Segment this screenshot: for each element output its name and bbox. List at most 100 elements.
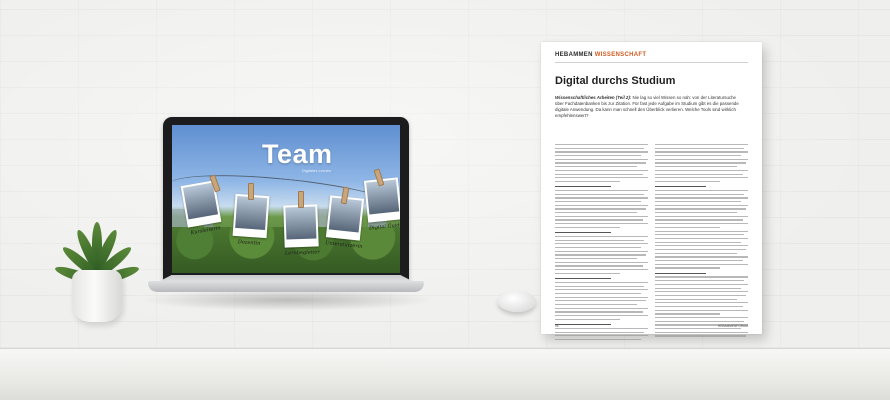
- magazine-page: HEBAMMEN WISSENSCHAFT Digital durchs Stu…: [541, 42, 762, 341]
- text-line: [555, 272, 621, 274]
- text-line: [655, 177, 748, 179]
- magazine-footer: 96 HEBAMMENFORUM: [555, 324, 748, 328]
- text-line: [655, 305, 744, 308]
- text-line: [555, 151, 648, 153]
- text-line: [655, 298, 737, 300]
- text-line: [555, 166, 637, 168]
- text-line: [655, 166, 737, 168]
- subheading-line: [655, 186, 707, 188]
- text-line: [555, 169, 648, 171]
- laptop-shadow: [140, 289, 436, 311]
- article-body: [555, 144, 748, 341]
- shelf: [0, 348, 890, 400]
- text-line: [555, 258, 637, 260]
- subheading-line: [555, 232, 611, 234]
- text-line: [555, 235, 648, 238]
- text-line: [655, 144, 748, 146]
- section-label: HEBAMMEN: [555, 52, 593, 58]
- text-line: [555, 226, 621, 229]
- text-line: [655, 230, 748, 232]
- text-line: [555, 215, 648, 217]
- text-line: [555, 265, 644, 267]
- text-line: [555, 315, 648, 317]
- text-line: [555, 158, 648, 160]
- text-line: [555, 289, 648, 291]
- magazine-section-header: HEBAMMEN WISSENSCHAFT: [555, 52, 748, 58]
- text-line: [555, 281, 648, 284]
- text-line: [555, 219, 644, 221]
- text-line: [655, 294, 747, 297]
- page-number: 96: [555, 324, 559, 328]
- subheading-line: [555, 186, 611, 188]
- text-line: [555, 197, 648, 199]
- text-line: [655, 215, 748, 217]
- team-subtitle: Digitales Lernen: [302, 168, 331, 173]
- text-line: [655, 260, 744, 262]
- footer-publication: HEBAMMENFORUM: [717, 324, 748, 328]
- text-line: [655, 158, 748, 160]
- section-accent-label: WISSENSCHAFT: [594, 52, 647, 58]
- laptop-display: Team Digitales Lernen Kursleiterin Dozen…: [172, 125, 400, 273]
- text-line: [655, 208, 747, 210]
- text-line: [555, 285, 645, 287]
- text-line: [655, 267, 721, 269]
- text-line: [555, 338, 641, 341]
- text-line: [655, 155, 741, 157]
- text-line: [655, 245, 748, 247]
- text-line: [655, 309, 748, 311]
- text-line: [555, 208, 647, 210]
- text-line: [555, 303, 637, 306]
- text-line: [655, 162, 747, 164]
- text-line: [655, 193, 745, 195]
- lead-bold: Wissenschaftliches Arbeiten (Teil 2):: [555, 95, 632, 100]
- text-line: [655, 169, 748, 171]
- article-title: Digital durchs Studium: [555, 75, 676, 87]
- text-line: [655, 320, 745, 322]
- text-line: [555, 311, 644, 313]
- text-line: [655, 197, 748, 199]
- laptop-base: [148, 281, 424, 292]
- text-line: [555, 155, 641, 157]
- text-line: [655, 248, 747, 251]
- text-line: [655, 287, 741, 289]
- text-line: [555, 318, 621, 320]
- clothespin: [248, 183, 254, 200]
- text-line: [655, 204, 748, 206]
- photo-caption: Lernbegleiter: [284, 249, 320, 257]
- text-line: [555, 193, 645, 195]
- text-line: [655, 276, 748, 278]
- text-line: [655, 173, 744, 175]
- text-line: [555, 243, 648, 245]
- text-line: [655, 263, 748, 265]
- text-line: [655, 234, 745, 236]
- text-line: [555, 246, 641, 249]
- potted-plant: [48, 212, 148, 322]
- text-line: [555, 212, 637, 214]
- subheading-line: [555, 277, 611, 280]
- text-line: [655, 180, 721, 183]
- text-line: [655, 189, 748, 192]
- text-line: [655, 219, 744, 221]
- text-line: [655, 212, 737, 214]
- text-line: [655, 252, 737, 254]
- text-line: [655, 283, 748, 286]
- text-line: [555, 261, 648, 263]
- text-line: [655, 291, 748, 293]
- text-line: [655, 256, 748, 258]
- text-line: [555, 177, 648, 179]
- text-line: [555, 307, 648, 309]
- text-line: [555, 144, 648, 146]
- text-line: [655, 313, 721, 315]
- text-line: [555, 296, 648, 298]
- text-column-right: [655, 144, 748, 337]
- text-line: [555, 173, 644, 175]
- text-line: [555, 254, 647, 256]
- mouse: [498, 291, 536, 312]
- article-lead: Wissenschaftliches Arbeiten (Teil 2): Ni…: [555, 95, 740, 119]
- header-rule: [555, 62, 748, 63]
- text-line: [655, 317, 748, 319]
- text-line: [555, 335, 648, 337]
- plant-pot: [72, 270, 122, 322]
- text-line: [555, 250, 648, 252]
- text-line: [655, 147, 745, 149]
